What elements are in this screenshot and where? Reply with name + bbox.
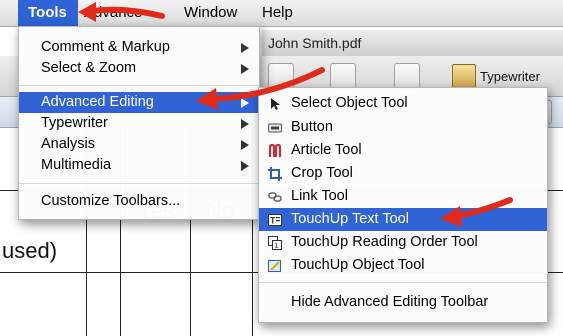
annotation-arrow-tools bbox=[78, 2, 165, 22]
annotation-arrows bbox=[78, 2, 513, 227]
annotation-arrow-advanced-editing bbox=[196, 67, 325, 110]
annotation-arrow-touchup-text bbox=[440, 197, 513, 227]
